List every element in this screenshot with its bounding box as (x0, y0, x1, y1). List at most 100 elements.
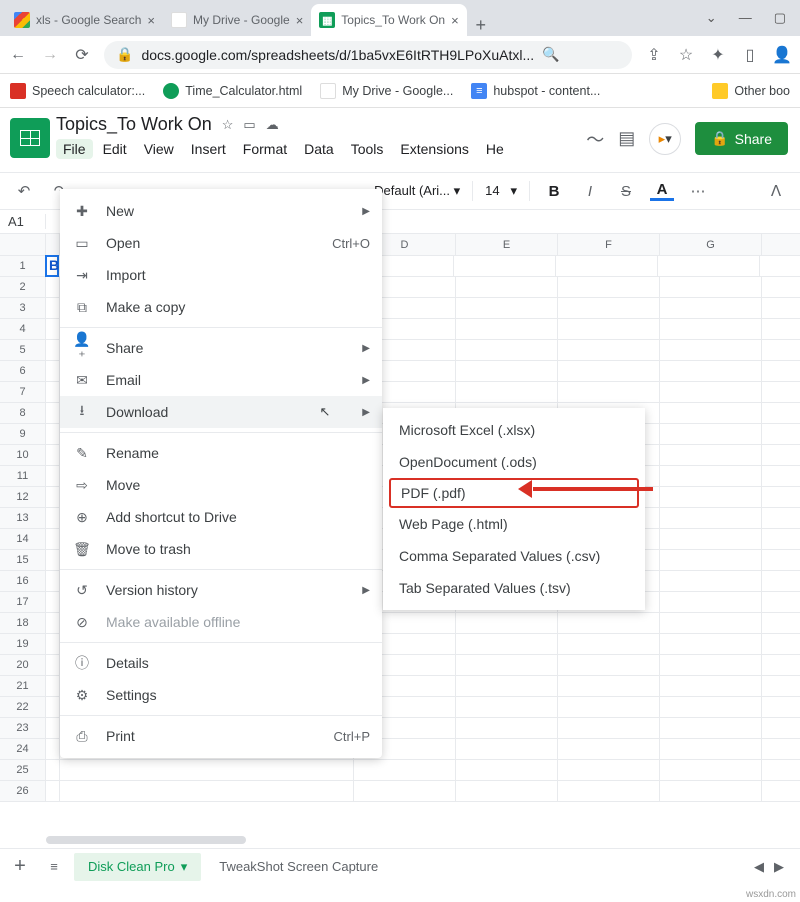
row-head[interactable]: 2 (0, 277, 46, 297)
bookmark-item[interactable]: ≡hubspot - content... (471, 83, 600, 99)
menu-version-history[interactable]: ↺Version history▶ (60, 574, 382, 606)
col-head[interactable]: F (558, 234, 660, 255)
menu-tools[interactable]: Tools (344, 139, 391, 159)
menu-move[interactable]: ⇨Move (60, 469, 382, 501)
undo-icon[interactable]: ↶ (12, 182, 36, 200)
col-head[interactable]: E (456, 234, 558, 255)
download-csv[interactable]: Comma Separated Values (.csv) (383, 540, 645, 572)
menu-share[interactable]: 👤⁺Share▶ (60, 332, 382, 364)
activity-icon[interactable]: 〜 (586, 126, 604, 152)
reload-icon[interactable]: ⟳ (72, 45, 92, 65)
share-icon[interactable]: ⇪ (644, 45, 664, 65)
row-head[interactable]: 7 (0, 382, 46, 402)
menu-copy[interactable]: ⧉Make a copy (60, 291, 382, 323)
more-icon[interactable]: ⋯ (686, 182, 710, 200)
row-head[interactable]: 10 (0, 445, 46, 465)
menu-trash[interactable]: 🗑Move to trash (60, 533, 382, 565)
row-head[interactable]: 18 (0, 613, 46, 633)
row-head[interactable]: 23 (0, 718, 46, 738)
minimize-icon[interactable]: — (739, 10, 752, 26)
row-head[interactable]: 9 (0, 424, 46, 444)
menu-help[interactable]: He (479, 139, 511, 159)
row-head[interactable]: 8 (0, 403, 46, 423)
row-head[interactable]: 16 (0, 571, 46, 591)
row-head[interactable]: 1 (0, 256, 46, 276)
download-html[interactable]: Web Page (.html) (383, 508, 645, 540)
menu-open[interactable]: ▭OpenCtrl+O (60, 227, 382, 259)
menu-add-shortcut[interactable]: ⊕Add shortcut to Drive (60, 501, 382, 533)
add-sheet-button[interactable]: + (6, 855, 34, 878)
move-icon[interactable]: ▭ (243, 117, 255, 133)
sidepanel-icon[interactable]: ▯ (740, 45, 760, 65)
row-head[interactable]: 14 (0, 529, 46, 549)
row-head[interactable]: 12 (0, 487, 46, 507)
maximize-icon[interactable]: ▢ (774, 10, 786, 26)
font-selector[interactable]: Default (Ari... ▾ (374, 183, 460, 199)
new-tab-button[interactable]: + (467, 15, 495, 36)
bookmark-item[interactable]: Other boo (712, 83, 790, 99)
sheet-tab[interactable]: TweakShot Screen Capture (209, 853, 388, 880)
bold-icon[interactable]: B (542, 183, 566, 200)
chevron-down-icon[interactable]: ▾ (181, 859, 188, 875)
row-head[interactable]: 20 (0, 655, 46, 675)
row-head[interactable]: 26 (0, 781, 46, 801)
bookmark-item[interactable]: Speech calculator:... (10, 83, 145, 99)
menu-print[interactable]: ⎙PrintCtrl+P (60, 720, 382, 752)
row-head[interactable]: 11 (0, 466, 46, 486)
row-head[interactable]: 17 (0, 592, 46, 612)
forward-icon[interactable]: → (40, 46, 60, 64)
strike-icon[interactable]: S (614, 183, 638, 200)
bookmark-item[interactable]: Time_Calculator.html (163, 83, 302, 99)
menu-details[interactable]: ⓘDetails (60, 647, 382, 679)
zoom-icon[interactable]: 🔍 (542, 46, 559, 63)
menu-import[interactable]: ⇥Import (60, 259, 382, 291)
row-head[interactable]: 22 (0, 697, 46, 717)
row-head[interactable]: 15 (0, 550, 46, 570)
browser-tab[interactable]: ▲ My Drive - Google × (163, 4, 311, 36)
comment-icon[interactable]: ▤ (618, 128, 635, 149)
row-head[interactable]: 25 (0, 760, 46, 780)
row-head[interactable]: 19 (0, 634, 46, 654)
font-size[interactable]: 14 ▾ (485, 183, 517, 199)
menu-view[interactable]: View (137, 139, 181, 159)
menu-download[interactable]: ⭳Download↖ ▶ (60, 396, 382, 428)
all-sheets-icon[interactable]: ≡ (42, 859, 66, 874)
bookmark-item[interactable]: ▲My Drive - Google... (320, 83, 453, 99)
name-box[interactable]: A1 (0, 214, 46, 229)
close-icon[interactable]: × (296, 13, 304, 28)
col-head[interactable]: G (660, 234, 762, 255)
cell[interactable]: B (45, 255, 59, 277)
menu-rename[interactable]: ✎Rename (60, 437, 382, 469)
menu-new[interactable]: ✚New▶ (60, 195, 382, 227)
meet-icon[interactable]: ▸ ▾ (649, 123, 681, 155)
download-tsv[interactable]: Tab Separated Values (.tsv) (383, 572, 645, 604)
row-head[interactable]: 24 (0, 739, 46, 759)
row-head[interactable]: 6 (0, 361, 46, 381)
cloud-icon[interactable]: ☁ (266, 117, 279, 133)
sheet-nav-right-icon[interactable]: ▶ (774, 859, 784, 875)
url-field[interactable]: 🔒 docs.google.com/spreadsheets/d/1ba5vxE… (104, 41, 632, 69)
extensions-icon[interactable]: ✦ (708, 45, 728, 65)
sheet-nav-left-icon[interactable]: ◀ (754, 859, 764, 875)
menu-file[interactable]: File (56, 139, 93, 159)
collapse-icon[interactable]: ᐱ (764, 182, 788, 200)
star-icon[interactable]: ☆ (676, 45, 696, 65)
menu-edit[interactable]: Edit (96, 139, 134, 159)
menu-insert[interactable]: Insert (184, 139, 233, 159)
close-icon[interactable]: × (147, 13, 155, 28)
menu-format[interactable]: Format (236, 139, 294, 159)
browser-tab[interactable]: xls - Google Search × (6, 4, 163, 36)
menu-data[interactable]: Data (297, 139, 341, 159)
text-color-icon[interactable]: A (650, 181, 674, 201)
menu-extensions[interactable]: Extensions (393, 139, 475, 159)
avatar-icon[interactable]: 👤 (772, 45, 792, 65)
chevron-down-icon[interactable]: ⌄ (706, 10, 717, 26)
close-icon[interactable]: × (451, 13, 459, 28)
row-head[interactable]: 3 (0, 298, 46, 318)
row-head[interactable]: 5 (0, 340, 46, 360)
row-head[interactable]: 4 (0, 319, 46, 339)
italic-icon[interactable]: I (578, 183, 602, 200)
horizontal-scrollbar[interactable] (46, 836, 784, 846)
row-head[interactable]: 13 (0, 508, 46, 528)
menu-settings[interactable]: ⚙Settings (60, 679, 382, 711)
